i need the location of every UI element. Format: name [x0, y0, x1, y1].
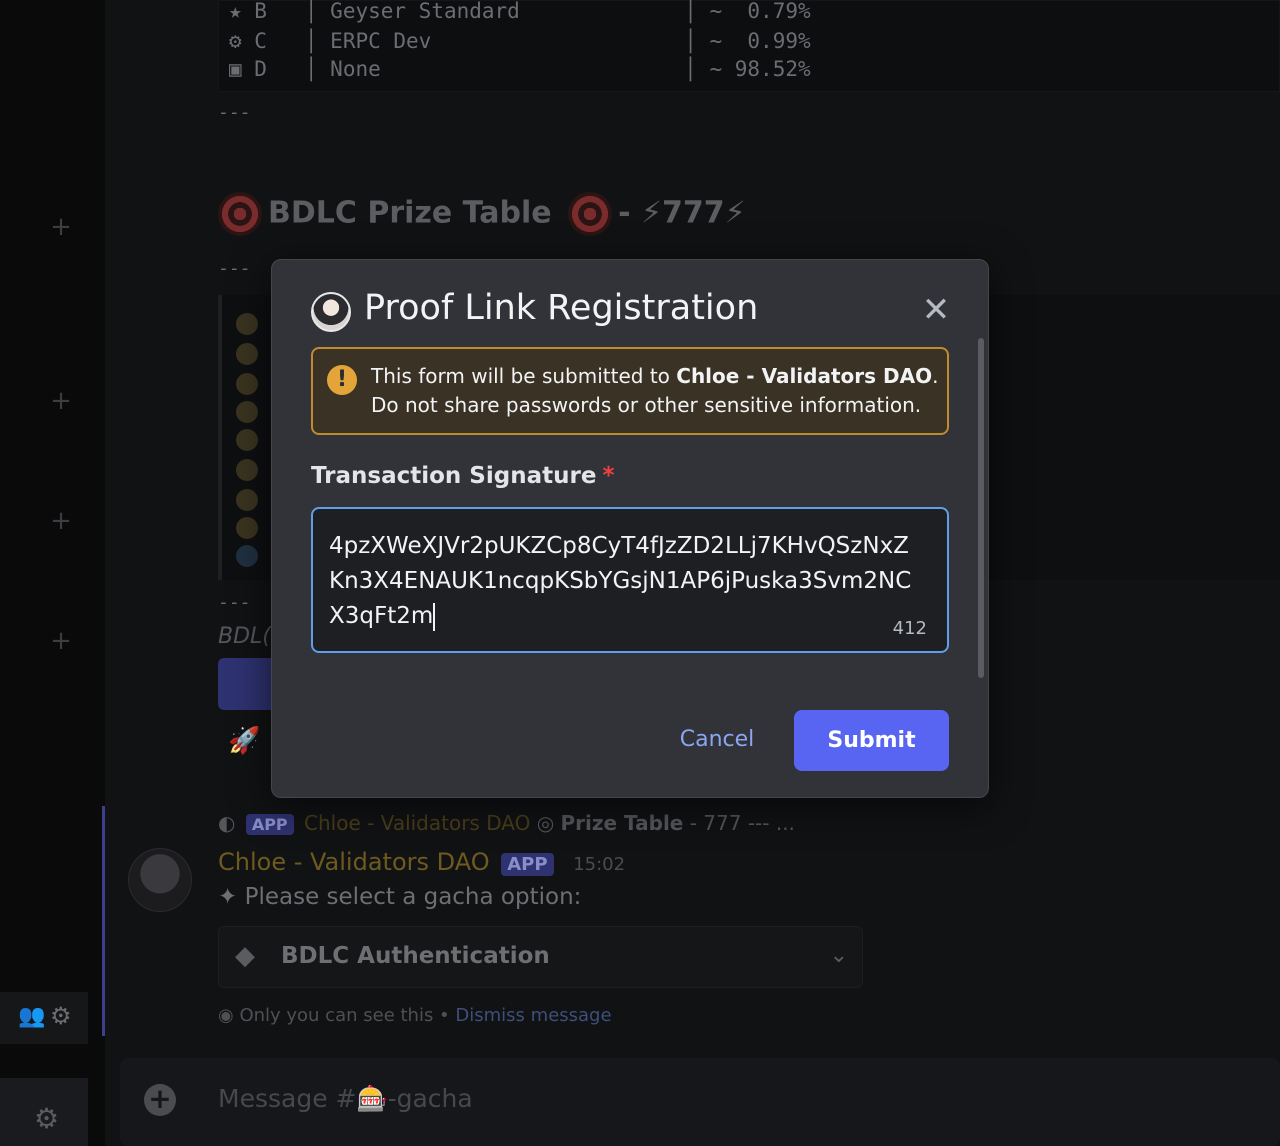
- prize-table-heading: BDLC Prize Table - ⚡777⚡: [218, 192, 746, 236]
- app-badge: APP: [245, 814, 294, 835]
- cancel-button[interactable]: Cancel: [667, 710, 767, 770]
- modal-title: Proof Link Registration: [364, 288, 759, 328]
- reply-preview[interactable]: ◐ APP Chloe - Validators DAO ◎ Prize Tab…: [218, 811, 795, 835]
- divider: ---: [218, 258, 251, 279]
- gacha-option-select[interactable]: ◆ BDLC Authentication ⌄: [218, 926, 863, 988]
- add-icon[interactable]: +: [50, 214, 72, 240]
- target-icon: [568, 192, 613, 236]
- field-label: Transaction Signature *: [311, 463, 615, 489]
- odds-code-block: ★ B │ Geyser Standard │ ~ 0.79% ⚙ C │ ER…: [218, 0, 1280, 92]
- message-body: ✦ Please select a gacha option:: [218, 884, 582, 910]
- app-badge: APP: [501, 853, 554, 876]
- required-asterisk: *: [602, 463, 615, 489]
- medal-icon: [236, 373, 258, 395]
- server-rail: + + + + 👥 ⚙ ⚙: [0, 0, 105, 1146]
- proof-link-modal: Proof Link Registration ✕ ! This form wi…: [271, 259, 989, 798]
- bot-avatar: [311, 292, 351, 332]
- divider: ---: [218, 592, 251, 613]
- text-caret: [433, 602, 436, 631]
- user-panel: ⚙: [0, 1078, 88, 1146]
- reply-suffix: - 777 --- ...: [689, 811, 795, 835]
- timestamp: 15:02: [573, 854, 626, 875]
- code-row: ★ B │ Geyser Standard │ ~ 0.79%: [229, 0, 811, 23]
- add-icon[interactable]: +: [50, 508, 72, 534]
- submit-button[interactable]: Submit: [794, 710, 949, 771]
- box-icon: [236, 489, 258, 511]
- warning-banner: ! This form will be submitted to Chloe -…: [311, 347, 949, 435]
- divider: ---: [218, 102, 251, 123]
- user-settings-row: 👥 ⚙: [0, 992, 88, 1044]
- message-author: Chloe - Validators DAO APP 15:02: [218, 848, 625, 876]
- reply-author: Chloe - Validators DAO: [304, 811, 531, 835]
- embed-footer-text: BDL(: [218, 624, 271, 649]
- author-name[interactable]: Chloe - Validators DAO: [218, 848, 490, 876]
- invite-people-icon[interactable]: 👥: [18, 1004, 45, 1029]
- target-icon: [218, 192, 262, 236]
- char-counter: 412: [892, 618, 927, 639]
- warning-text: This form will be submitted to Chloe - V…: [371, 364, 939, 417]
- sparkles-icon: ✦: [218, 884, 245, 910]
- chevron-down-icon: ⌄: [829, 943, 848, 968]
- ticket-icon: ◆: [235, 941, 255, 971]
- input-value[interactable]: 4pzXWeXJVr2pUKZCp8CyT4fJzZD2LLj7KHvQSzNx…: [329, 529, 919, 634]
- add-icon[interactable]: +: [50, 388, 72, 414]
- target-icon: ◎: [536, 811, 555, 835]
- star-icon: [236, 401, 258, 423]
- gear-icon[interactable]: ⚙: [50, 1002, 72, 1030]
- avatar[interactable]: [128, 848, 192, 912]
- transaction-signature-input[interactable]: 4pzXWeXJVr2pUKZCp8CyT4fJzZD2LLj7KHvQSzNx…: [311, 507, 949, 653]
- dismiss-message-link[interactable]: Dismiss message: [455, 1005, 611, 1026]
- close-icon[interactable]: ✕: [918, 292, 954, 328]
- trophy-icon: [236, 313, 258, 335]
- composer-placeholder: Message #🎰-gacha: [218, 1084, 473, 1113]
- modal-scrollbar[interactable]: [978, 338, 984, 678]
- code-row: ▣ D │ None │ ~ 98.52%: [229, 57, 811, 81]
- gear-icon: [236, 459, 258, 481]
- medal-icon: [236, 343, 258, 365]
- gift-icon: [236, 517, 258, 539]
- medal-icon: [236, 429, 258, 451]
- add-icon[interactable]: +: [50, 628, 72, 654]
- eye-icon: ◉: [218, 1005, 240, 1026]
- small-avatar-icon: ◐: [218, 811, 236, 835]
- ephemeral-note: ◉ Only you can see this • Dismiss messag…: [218, 1005, 612, 1026]
- mention-highlight-bar: [102, 806, 105, 1036]
- message-composer[interactable]: + Message #🎰-gacha: [120, 1058, 1280, 1146]
- warning-icon: !: [327, 365, 357, 395]
- select-value: BDLC Authentication: [281, 943, 550, 969]
- code-row: ⚙ C │ ERPC Dev │ ~ 0.99%: [229, 29, 811, 53]
- rocket-icon: 🚀: [228, 726, 261, 756]
- diamond-icon: [236, 545, 258, 567]
- add-attachment-icon[interactable]: +: [144, 1084, 176, 1116]
- gear-icon[interactable]: ⚙: [34, 1102, 59, 1135]
- reply-text: Prize Table: [560, 811, 684, 835]
